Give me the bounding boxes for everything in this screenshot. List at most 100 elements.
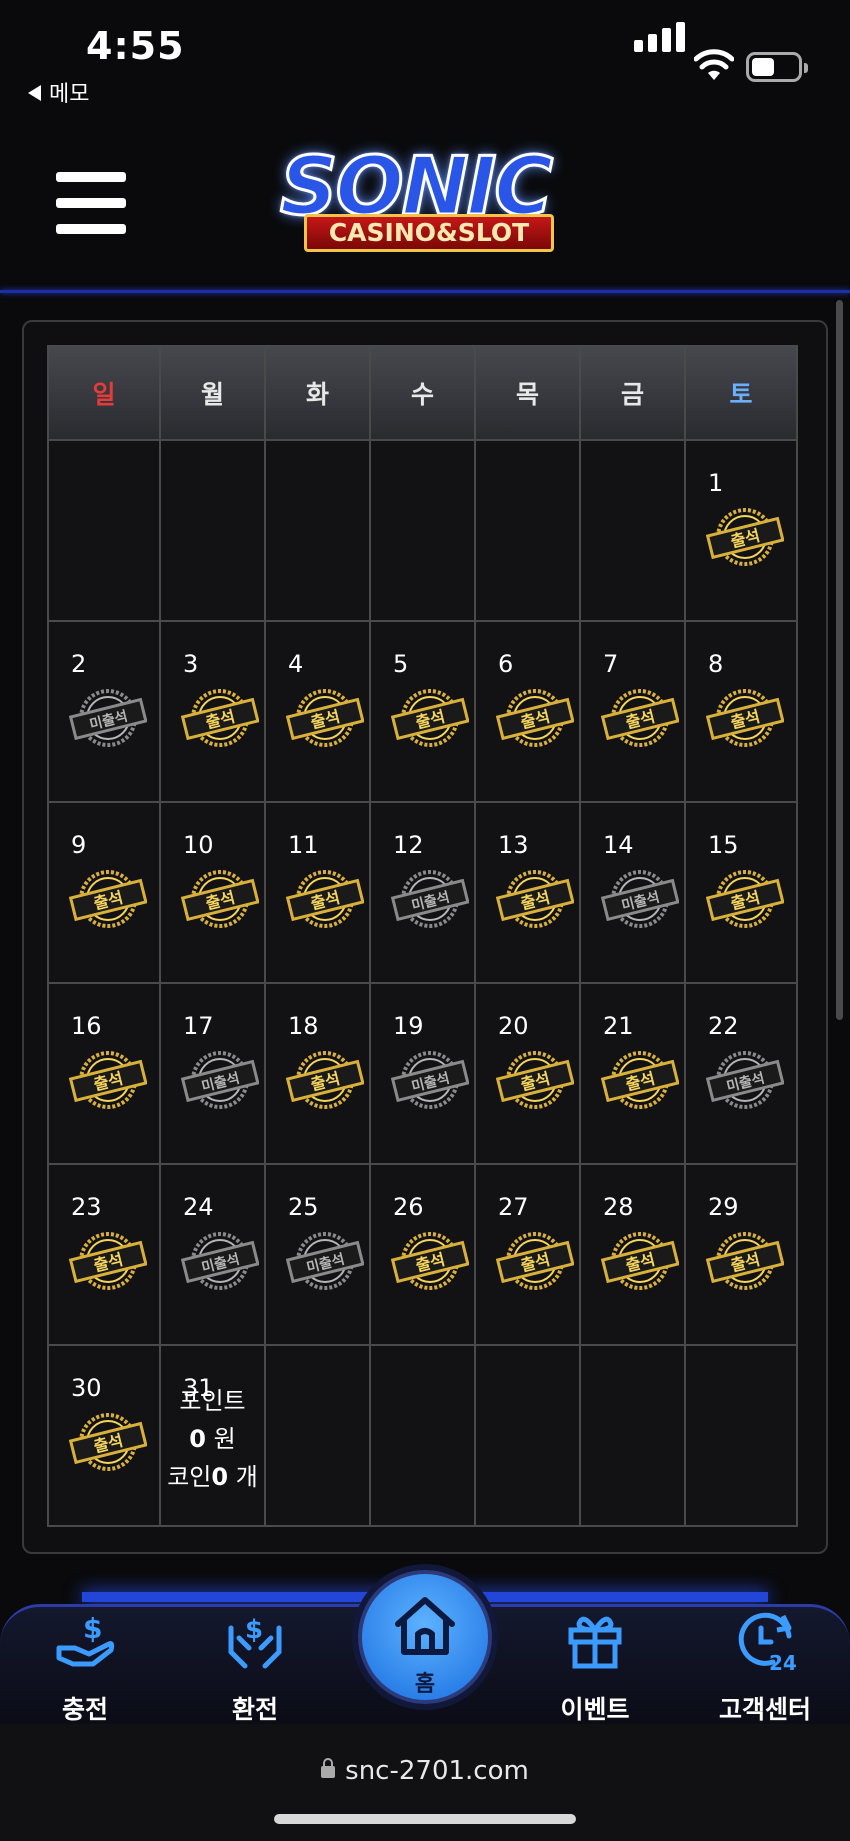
calendar-day[interactable]: 9 출석	[47, 801, 161, 984]
day-number: 30	[71, 1374, 102, 1402]
back-label: 메모	[49, 82, 90, 107]
points-unit: 원	[205, 1425, 236, 1453]
absent-stamp-icon: 미출석	[181, 1051, 259, 1109]
day-number: 4	[288, 650, 304, 678]
attended-stamp: 출석	[601, 686, 679, 750]
day-number: 9	[71, 831, 87, 859]
calendar-day[interactable]: 18 출석	[264, 982, 371, 1165]
home-indicator[interactable]	[274, 1814, 576, 1824]
calendar-day[interactable]: 26 출석	[369, 1163, 476, 1346]
menu-icon[interactable]	[56, 172, 126, 234]
weekday-fri: 금	[579, 345, 686, 441]
day-number: 21	[603, 1012, 634, 1040]
calendar-week: 23 출석 24 미출석 25 미출석 26 출석 27 출석 28 출석 29 출석	[47, 1163, 802, 1346]
attended-stamp-icon: 출석	[69, 1232, 147, 1290]
calendar-day[interactable]: 15 출석	[684, 801, 798, 984]
day-number: 20	[498, 1012, 529, 1040]
calendar-day[interactable]: 29 출석	[684, 1163, 798, 1346]
deposit-hand-icon: $	[56, 1612, 115, 1667]
points-summary: 포인트 0 원 코인0 개	[161, 1382, 264, 1496]
attended-stamp-icon: 출석	[69, 870, 147, 928]
calendar-day[interactable]: 30 출석	[47, 1344, 161, 1527]
calendar-day[interactable]: 11 출석	[264, 801, 371, 984]
calendar-day[interactable]: 1 출석	[684, 439, 798, 622]
absent-stamp-icon: 미출석	[601, 870, 679, 928]
scrollbar[interactable]	[836, 300, 843, 1020]
back-to-app[interactable]: 메모	[28, 76, 89, 108]
attended-stamp-icon: 출석	[706, 508, 784, 566]
calendar-day[interactable]: 27 출석	[474, 1163, 581, 1346]
sonic-casino-logo[interactable]: SONIC CASINO&SLOT	[262, 139, 602, 270]
calendar-day[interactable]: 17 미출석	[159, 982, 266, 1165]
day-number: 23	[71, 1193, 102, 1221]
attended-stamp: 출석	[601, 1229, 679, 1293]
calendar-empty-cell	[474, 439, 581, 622]
absent-stamp: 미출석	[181, 1229, 259, 1293]
calendar-day[interactable]: 22 미출석	[684, 982, 798, 1165]
attended-stamp-icon: 출석	[601, 689, 679, 747]
calendar-day[interactable]: 6 출석	[474, 620, 581, 803]
absent-stamp: 미출석	[181, 1048, 259, 1112]
nav-exchange[interactable]: $ 환전	[190, 1608, 320, 1726]
calendar-day[interactable]: 3 출석	[159, 620, 266, 803]
attended-stamp-icon: 출석	[286, 1051, 364, 1109]
calendar-day[interactable]: 10 출석	[159, 801, 266, 984]
nav-event[interactable]: 이벤트	[530, 1608, 660, 1726]
attended-stamp: 출석	[496, 867, 574, 931]
nav-event-label: 이벤트	[560, 1695, 630, 1724]
calendar-day[interactable]: 2 미출석	[47, 620, 161, 803]
attended-stamp-icon: 출석	[706, 1232, 784, 1290]
attended-stamp: 출석	[706, 1229, 784, 1293]
gift-icon	[568, 1616, 622, 1669]
nav-support[interactable]: 24 고객센터	[700, 1608, 830, 1726]
calendar-day[interactable]: 12 미출석	[369, 801, 476, 984]
calendar-day[interactable]: 28 출석	[579, 1163, 686, 1346]
nav-home[interactable]: 홈	[358, 1570, 492, 1704]
calendar-day[interactable]: 24 미출석	[159, 1163, 266, 1346]
calendar-day[interactable]: 19 미출석	[369, 982, 476, 1165]
calendar-empty-cell	[579, 1344, 686, 1527]
weekday-header: 일 월 화 수 목 금 토	[47, 345, 802, 441]
attended-stamp-icon: 출석	[391, 689, 469, 747]
nav-deposit[interactable]: $ 충전	[20, 1608, 150, 1726]
calendar-day[interactable]: 20 출석	[474, 982, 581, 1165]
url-text-row[interactable]: snc-2701.com	[0, 1756, 850, 1786]
day-number: 2	[71, 650, 87, 678]
attended-stamp-icon: 출석	[391, 1232, 469, 1290]
calendar-day[interactable]: 31 포인트 0 원 코인0 개	[159, 1344, 266, 1527]
points-label: 포인트	[179, 1387, 246, 1415]
calendar-day[interactable]: 7 출석	[579, 620, 686, 803]
attended-stamp: 출석	[706, 686, 784, 750]
attended-stamp: 출석	[496, 1048, 574, 1112]
calendar-day[interactable]: 16 출석	[47, 982, 161, 1165]
attended-stamp: 출석	[706, 505, 784, 569]
calendar-day[interactable]: 21 출석	[579, 982, 686, 1165]
header-divider	[0, 290, 850, 293]
calendar-day[interactable]: 8 출석	[684, 620, 798, 803]
svg-text:$: $	[83, 1612, 102, 1645]
calendar-day[interactable]: 5 출석	[369, 620, 476, 803]
attended-stamp-icon: 출석	[286, 689, 364, 747]
calendar-empty-cell	[579, 439, 686, 622]
absent-stamp: 미출석	[286, 1229, 364, 1293]
coin-unit: 개	[228, 1463, 258, 1491]
calendar-day[interactable]: 23 출석	[47, 1163, 161, 1346]
day-number: 3	[183, 650, 199, 678]
day-number: 29	[708, 1193, 739, 1221]
attended-stamp-icon: 출석	[286, 870, 364, 928]
clock: 4:55	[86, 24, 185, 68]
weekday-mon: 월	[159, 345, 266, 441]
calendar-week: 1 출석	[47, 439, 802, 622]
calendar-day[interactable]: 25 미출석	[264, 1163, 371, 1346]
day-number: 6	[498, 650, 514, 678]
lock-icon	[321, 1758, 336, 1778]
calendar-day[interactable]: 13 출석	[474, 801, 581, 984]
attended-stamp-icon: 출석	[69, 1413, 147, 1471]
calendar-day[interactable]: 14 미출석	[579, 801, 686, 984]
calendar-empty-cell	[369, 1344, 476, 1527]
calendar-empty-cell	[264, 439, 371, 622]
day-number: 10	[183, 831, 214, 859]
absent-stamp: 미출석	[601, 867, 679, 931]
attended-stamp-icon: 출석	[496, 689, 574, 747]
calendar-day[interactable]: 4 출석	[264, 620, 371, 803]
